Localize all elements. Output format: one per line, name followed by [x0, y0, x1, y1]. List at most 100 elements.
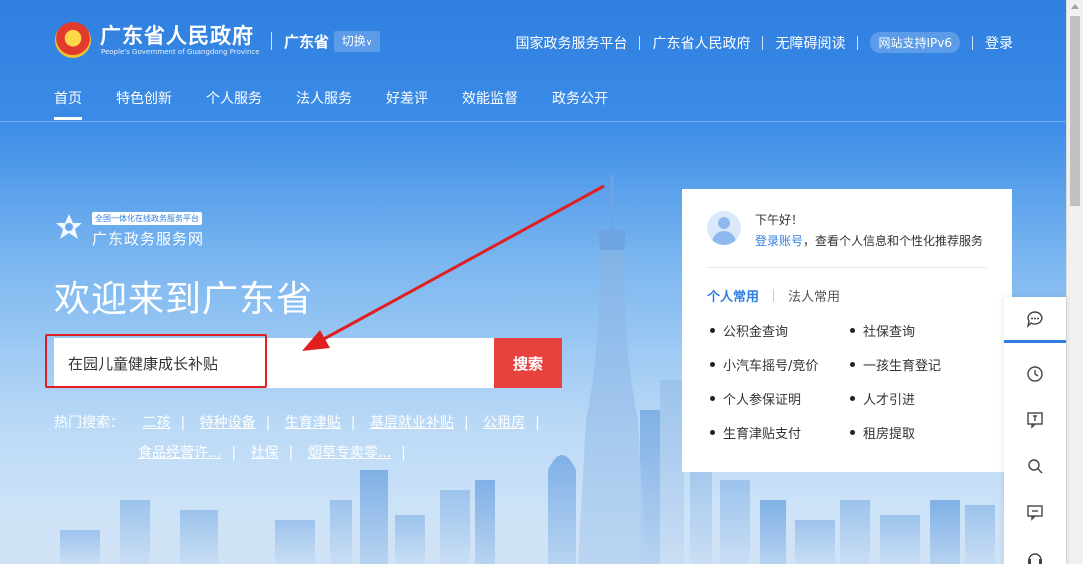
login-account-link[interactable]: 登录账号 [755, 234, 803, 248]
hot-search-item[interactable]: 二孩 [142, 415, 170, 431]
nav-item-personal[interactable]: 个人服务 [206, 88, 262, 120]
history-icon [1027, 366, 1043, 382]
tab-legal[interactable]: 法人常用 [788, 286, 840, 305]
service-item[interactable]: 人才引进 [850, 389, 990, 408]
card-tabs: 个人常用 法人常用 [707, 286, 840, 305]
history-button[interactable] [1004, 351, 1066, 397]
hot-search-item[interactable]: 社保 [251, 445, 279, 461]
login-link[interactable]: 登录 [985, 33, 1013, 53]
divider [762, 35, 764, 50]
service-item-label: 公积金查询 [723, 325, 789, 340]
scrollbar-thumb[interactable] [1070, 16, 1080, 206]
hot-search-item[interactable]: 生育津贴 [285, 415, 341, 431]
search-box [54, 338, 494, 388]
divider: | [265, 415, 271, 431]
chevron-down-icon: ∨ [365, 38, 373, 48]
login-tip: 登录账号，查看个人信息和个性化推荐服务 [755, 232, 983, 249]
service-item[interactable]: 一孩生育登记 [850, 355, 990, 374]
service-item-label: 租房提取 [863, 427, 916, 442]
service-platform-logo-icon [56, 214, 82, 239]
service-item[interactable]: 租房提取 [850, 423, 990, 442]
service-item[interactable]: 生育津贴支付 [710, 423, 850, 442]
avatar-head [718, 217, 730, 229]
user-card: 下午好！ 登录账号，查看个人信息和个性化推荐服务 个人常用 法人常用 公积金查询… [682, 189, 1012, 472]
welcome-heading: 欢迎来到广东省 [54, 279, 314, 320]
region-switch-label: 切换 [341, 34, 366, 48]
service-item-label: 生育津贴支付 [723, 427, 802, 442]
hot-search-item[interactable]: 基层就业补贴 [370, 415, 454, 431]
service-item-label: 小汽车摇号/竞价 [723, 359, 819, 374]
main-nav: 首页 特色创新 个人服务 法人服务 好差评 效能监督 政务公开 [54, 88, 642, 120]
bullet-icon [850, 362, 855, 367]
page-scrollbar[interactable] [1066, 0, 1083, 564]
service-item-label: 社保查询 [863, 325, 916, 340]
national-emblem-logo[interactable] [55, 22, 91, 58]
hot-search-row: 食品经营许... | 社保 | 烟草专卖零... | [54, 438, 554, 468]
bullet-icon [850, 396, 855, 401]
search-button[interactable]: 搜索 [494, 338, 562, 388]
site-title[interactable]: 广东省人民政府 [100, 20, 254, 50]
bullet-icon [710, 362, 715, 367]
avatar [707, 211, 741, 245]
link-accessibility[interactable]: 无障碍阅读 [775, 33, 845, 53]
bullet-icon [710, 430, 715, 435]
service-name: 广东政务服务网 [92, 230, 205, 248]
service-item[interactable]: 社保查询 [850, 321, 990, 340]
hot-search-item[interactable]: 烟草专卖零... [308, 445, 391, 461]
comment-button[interactable] [1004, 489, 1066, 535]
bullet-icon [850, 430, 855, 435]
service-item[interactable]: 公积金查询 [710, 321, 850, 340]
hot-search-item[interactable]: 特种设备 [200, 415, 256, 431]
platform-tag: 全国一体化在线政务服务平台 [92, 212, 202, 225]
headset-icon [1028, 553, 1042, 564]
region-label: 广东省 [284, 33, 330, 51]
nav-item-home[interactable]: 首页 [54, 88, 82, 120]
divider [972, 35, 973, 50]
chat-icon [1026, 310, 1043, 328]
divider: | [401, 445, 406, 461]
service-list: 公积金查询 社保查询 小汽车摇号/竞价 一孩生育登记 个人参保证明 人才引进 生… [710, 321, 990, 442]
divider: | [463, 415, 469, 431]
search-input[interactable] [54, 338, 494, 388]
search-icon [1028, 459, 1043, 474]
nav-item-legal[interactable]: 法人服务 [296, 88, 352, 120]
login-tip-text: ，查看个人信息和个性化推荐服务 [803, 234, 984, 248]
chat-button[interactable] [1004, 297, 1066, 343]
hot-search-item[interactable]: 食品经营许... [138, 445, 221, 461]
bullet-icon [850, 328, 855, 333]
feedback-button[interactable] [1004, 397, 1066, 443]
service-item[interactable]: 个人参保证明 [710, 389, 850, 408]
header-divider [271, 32, 272, 50]
divider: | [350, 415, 356, 431]
search-button-float[interactable] [1004, 443, 1066, 489]
link-national-platform[interactable]: 国家政务服务平台 [515, 33, 627, 53]
divider: | [288, 445, 294, 461]
headset-button[interactable] [1004, 535, 1066, 564]
feedback-icon [1027, 412, 1043, 429]
nav-item-innovation[interactable]: 特色创新 [116, 88, 172, 120]
service-item[interactable]: 小汽车摇号/竞价 [710, 355, 850, 374]
nav-item-review[interactable]: 好差评 [386, 88, 428, 120]
site-title-en: People's Government of Guangdong Provinc… [101, 48, 260, 56]
card-divider [707, 267, 987, 268]
comment-icon [1027, 505, 1043, 521]
service-item-label: 个人参保证明 [723, 393, 802, 408]
bullet-icon [710, 396, 715, 401]
hot-search-label: 热门搜索： [54, 415, 124, 431]
nav-item-supervision[interactable]: 效能监督 [462, 88, 518, 120]
divider [773, 289, 775, 302]
hot-search-row: 热门搜索： 二孩 | 特种设备 | 生育津贴 | 基层就业补贴 | 公租房 | [54, 408, 554, 438]
avatar-body [712, 231, 736, 245]
nav-item-disclosure[interactable]: 政务公开 [552, 88, 608, 120]
scroll-up-icon[interactable] [1071, 4, 1079, 9]
divider [639, 35, 641, 50]
bullet-icon [710, 328, 715, 333]
link-provincial-government[interactable]: 广东省人民政府 [652, 33, 750, 53]
divider [857, 35, 859, 50]
top-links: 国家政务服务平台 广东省人民政府 无障碍阅读 网站支持IPv6 登录 [515, 32, 1013, 53]
nav-divider [0, 121, 1066, 122]
tab-personal[interactable]: 个人常用 [707, 286, 759, 305]
hot-search-item[interactable]: 公租房 [483, 415, 525, 431]
greeting: 下午好！ [755, 213, 804, 227]
region-switch-button[interactable]: 切换∨ [334, 31, 380, 52]
